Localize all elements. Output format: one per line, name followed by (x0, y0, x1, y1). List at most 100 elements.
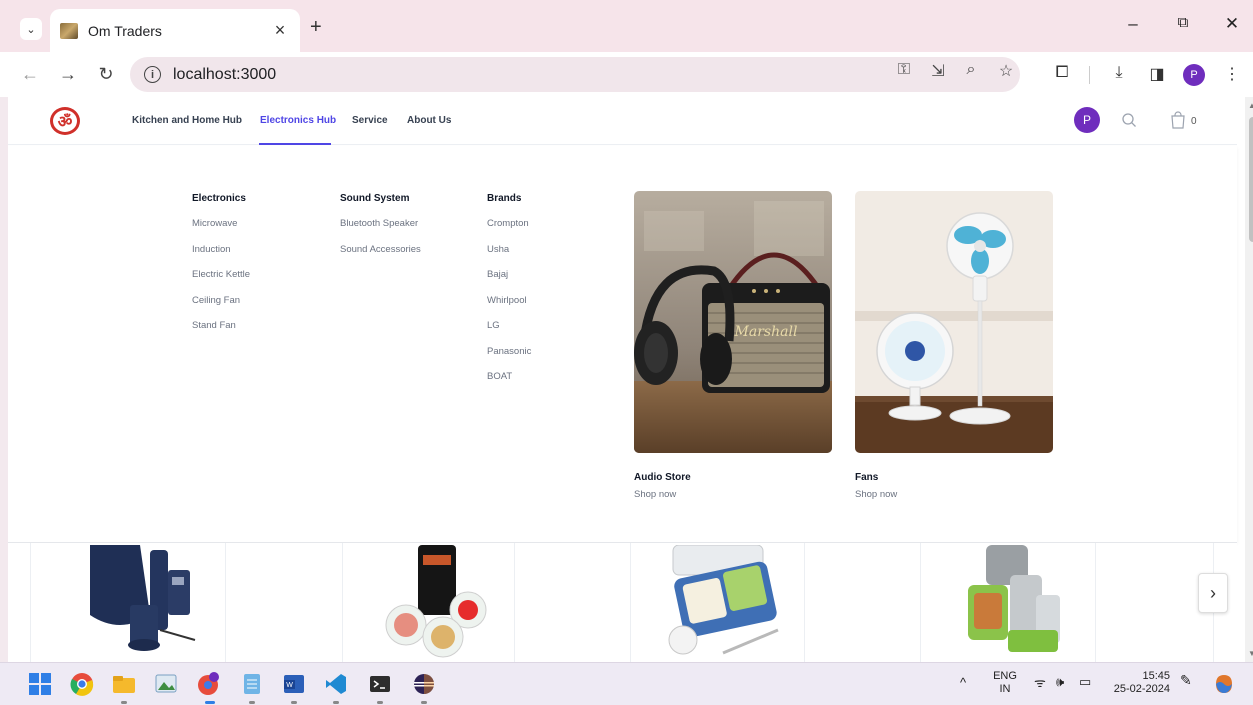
menu-link-sound-accessories[interactable]: Sound Accessories (340, 244, 421, 270)
windows-start-icon[interactable] (28, 672, 52, 696)
new-tab-button[interactable]: + (310, 16, 322, 39)
feature-card-audio-store[interactable]: Marshall Audio Store Shop now (634, 191, 832, 500)
forward-button[interactable]: → (56, 62, 80, 86)
carousel-next-button[interactable]: › (1198, 573, 1228, 613)
scroll-down-icon[interactable]: ▼ (1248, 649, 1253, 658)
tray-overflow-chevron-icon[interactable]: ^ (960, 676, 966, 689)
column-divider (804, 543, 805, 662)
nav-about-us[interactable]: About Us (407, 115, 451, 126)
minimize-button[interactable]: – (1118, 14, 1148, 34)
install-app-icon[interactable]: ⇲ (927, 61, 949, 81)
password-key-icon[interactable]: ⚿ (893, 61, 915, 79)
menu-link-usha[interactable]: Usha (487, 244, 531, 270)
extensions-icon[interactable]: ⧠ (1050, 64, 1074, 82)
column-heading: Brands (487, 193, 522, 204)
app-indicator (291, 701, 297, 704)
tab-strip: ⌄ Om Traders × + – ⧉ ✕ (0, 0, 1253, 52)
menu-link-panasonic[interactable]: Panasonic (487, 346, 531, 372)
menu-link-electric-kettle[interactable]: Electric Kettle (192, 269, 250, 295)
product-carousel: › (8, 542, 1237, 662)
file-explorer-icon[interactable] (112, 672, 136, 696)
user-avatar[interactable]: P (1074, 107, 1100, 133)
bookmark-star-icon[interactable]: ☆ (995, 61, 1017, 81)
electronics-flyout-menu: Electronics Microwave Induction Electric… (8, 146, 1237, 542)
menu-link-induction[interactable]: Induction (192, 244, 250, 270)
vscode-icon[interactable] (324, 672, 348, 696)
menu-link-stand-fan[interactable]: Stand Fan (192, 320, 250, 346)
lunch-box-product-image[interactable] (70, 545, 210, 662)
active-app-indicator (205, 701, 215, 704)
menu-link-lg[interactable]: LG (487, 320, 531, 346)
url-text: localhost:3000 (173, 65, 277, 83)
profile-avatar[interactable]: P (1183, 64, 1205, 86)
nav-service[interactable]: Service (352, 115, 388, 126)
tab-search-button[interactable]: ⌄ (20, 18, 42, 40)
downloads-icon[interactable]: ⤓ (1107, 64, 1131, 82)
volume-icon[interactable]: 🕪 (1056, 675, 1064, 688)
close-tab-icon[interactable]: × (270, 20, 290, 41)
menu-column-brands: Brands Crompton Usha Bajaj Whirlpool LG … (487, 193, 531, 397)
site-info-icon[interactable]: i (144, 66, 161, 83)
om-logo-icon[interactable]: ॐ (50, 107, 80, 135)
battery-icon[interactable]: ▭ (1079, 675, 1091, 688)
column-divider (1095, 543, 1096, 662)
address-bar[interactable]: i localhost:3000 (130, 57, 1020, 92)
notepad-icon[interactable] (240, 672, 264, 696)
restore-button[interactable]: ⧉ (1168, 14, 1198, 31)
menu-link-boat[interactable]: BOAT (487, 371, 531, 397)
menu-link-bluetooth-speaker[interactable]: Bluetooth Speaker (340, 218, 421, 244)
page-scrollbar[interactable]: ▲ ▼ (1245, 97, 1253, 662)
nav-electronics-hub[interactable]: Electronics Hub (260, 115, 336, 126)
eclipse-icon[interactable] (412, 672, 436, 696)
menu-link-crompton[interactable]: Crompton (487, 218, 531, 244)
tab-title: Om Traders (88, 22, 162, 39)
close-window-button[interactable]: ✕ (1217, 14, 1247, 34)
column-divider (30, 543, 31, 662)
bento-box-product-image[interactable] (658, 545, 798, 662)
steel-tiffin-product-image[interactable] (948, 545, 1088, 662)
photos-icon[interactable] (154, 672, 178, 696)
chrome-profile-icon[interactable] (196, 672, 220, 696)
menu-icon[interactable]: ⋮ (1220, 64, 1244, 84)
notification-icon[interactable]: ✎ (1180, 673, 1192, 687)
chevron-right-icon: › (1210, 582, 1216, 603)
browser-toolbar: ← → ↻ i localhost:3000 ⚿ ⇲ ⌕ ☆ ⧠ ⤓ ◨ P ⋮ (0, 52, 1253, 97)
side-panel-icon[interactable]: ◨ (1145, 64, 1169, 84)
clock-date: 25-02-2024 (1113, 683, 1170, 695)
menu-link-bajaj[interactable]: Bajaj (487, 269, 531, 295)
scroll-thumb[interactable] (1249, 117, 1253, 242)
back-button[interactable]: ← (18, 62, 42, 86)
shopping-bag-icon[interactable] (1170, 111, 1186, 129)
app-indicator (333, 701, 339, 704)
browser-tab[interactable]: Om Traders × (50, 9, 300, 52)
clock[interactable]: 15:45 25-02-2024 (1110, 670, 1170, 696)
nav-kitchen-home-hub[interactable]: Kitchen and Home Hub (132, 115, 242, 126)
glass-lunch-box-product-image[interactable] (368, 545, 508, 662)
scroll-up-icon[interactable]: ▲ (1248, 101, 1253, 110)
zoom-icon[interactable]: ⌕ (960, 61, 982, 79)
word-icon[interactable]: W (282, 672, 306, 696)
wifi-icon[interactable]: ᯤ (1034, 676, 1046, 689)
cart-count: 0 (1191, 116, 1197, 127)
column-heading: Electronics (192, 193, 246, 204)
column-divider (630, 543, 631, 662)
menu-link-whirlpool[interactable]: Whirlpool (487, 295, 531, 321)
site-header: ॐ Kitchen and Home Hub Electronics Hub S… (8, 97, 1237, 145)
menu-column-electronics: Electronics Microwave Induction Electric… (192, 193, 250, 346)
menu-link-microwave[interactable]: Microwave (192, 218, 250, 244)
menu-link-ceiling-fan[interactable]: Ceiling Fan (192, 295, 250, 321)
chrome-icon[interactable] (70, 672, 94, 696)
language-indicator[interactable]: ENG IN (990, 670, 1020, 696)
search-icon[interactable] (1121, 112, 1137, 128)
language-code: ENG (993, 670, 1017, 682)
feature-card-fans[interactable]: Fans Shop now (855, 191, 1053, 500)
column-heading: Sound System (340, 193, 410, 204)
reload-button[interactable]: ↻ (94, 62, 118, 86)
shop-now-link[interactable]: Shop now (634, 489, 832, 500)
app-indicator (377, 701, 383, 704)
region-code: IN (999, 683, 1011, 695)
copilot-icon[interactable] (1212, 672, 1236, 696)
shop-now-link[interactable]: Shop now (855, 489, 1053, 500)
page-viewport: ॐ Kitchen and Home Hub Electronics Hub S… (8, 97, 1253, 662)
terminal-icon[interactable] (368, 672, 392, 696)
